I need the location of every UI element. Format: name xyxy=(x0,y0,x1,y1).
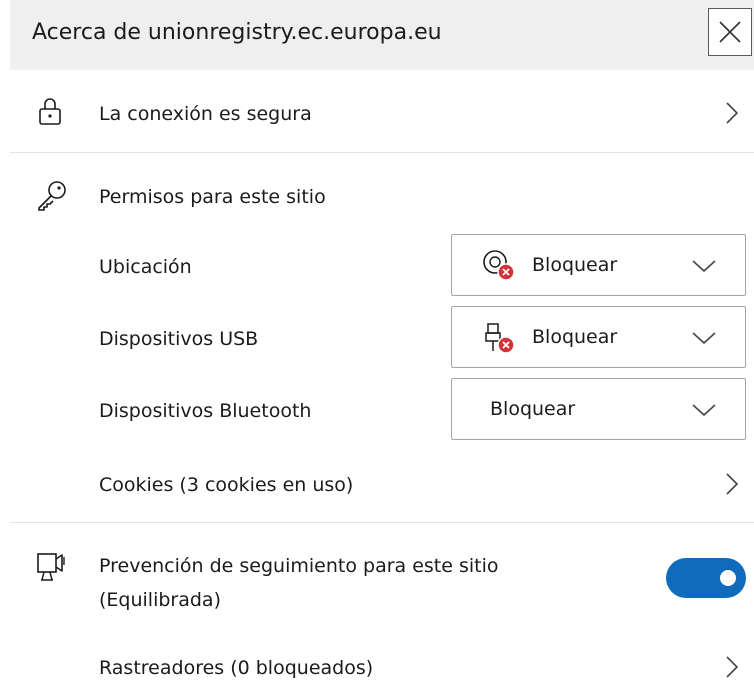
usb-blocked-icon xyxy=(485,323,515,354)
tracking-title-line1: Prevención de seguimiento para este siti… xyxy=(99,555,499,577)
permission-label-bluetooth: Dispositivos Bluetooth xyxy=(99,400,312,422)
tracking-prevention-icon xyxy=(37,553,65,581)
chevron-right-icon xyxy=(726,473,738,495)
panel-title: Acerca de unionregistry.ec.europa.eu xyxy=(32,20,442,45)
site-info-panel: Acerca de unionregistry.ec.europa.eu La … xyxy=(0,0,754,684)
close-icon xyxy=(719,21,741,43)
connection-label: La conexión es segura xyxy=(99,103,312,125)
chevron-down-icon xyxy=(692,332,716,345)
chevron-right-icon xyxy=(726,102,738,124)
tracking-prevention-toggle[interactable] xyxy=(666,558,746,598)
chevron-right-icon xyxy=(726,656,738,678)
trackers-label: Rastreadores (0 bloqueados) xyxy=(99,657,374,679)
chevron-down-icon xyxy=(692,260,716,273)
panel-header: Acerca de unionregistry.ec.europa.eu xyxy=(10,0,754,70)
bluetooth-permission-select[interactable]: Bloquear xyxy=(451,378,746,440)
usb-permission-select[interactable]: Bloquear xyxy=(451,306,746,368)
permissions-title: Permisos para este sitio xyxy=(99,186,326,208)
bluetooth-permission-value: Bloquear xyxy=(490,398,576,420)
location-blocked-icon xyxy=(483,250,515,281)
usb-permission-value: Bloquear xyxy=(532,326,618,348)
close-button[interactable] xyxy=(708,8,752,56)
chevron-down-icon xyxy=(692,404,716,417)
permission-label-usb: Dispositivos USB xyxy=(99,328,259,350)
location-permission-select[interactable]: Bloquear xyxy=(451,234,746,296)
lock-icon xyxy=(39,98,61,125)
toggle-knob xyxy=(720,570,736,586)
key-icon xyxy=(38,181,66,211)
divider xyxy=(10,152,754,153)
cookies-label: Cookies (3 cookies en uso) xyxy=(99,474,354,496)
permission-label-location: Ubicación xyxy=(99,256,192,278)
location-permission-value: Bloquear xyxy=(532,254,618,276)
tracking-title-line2: (Equilibrada) xyxy=(99,589,221,611)
divider xyxy=(10,522,754,523)
